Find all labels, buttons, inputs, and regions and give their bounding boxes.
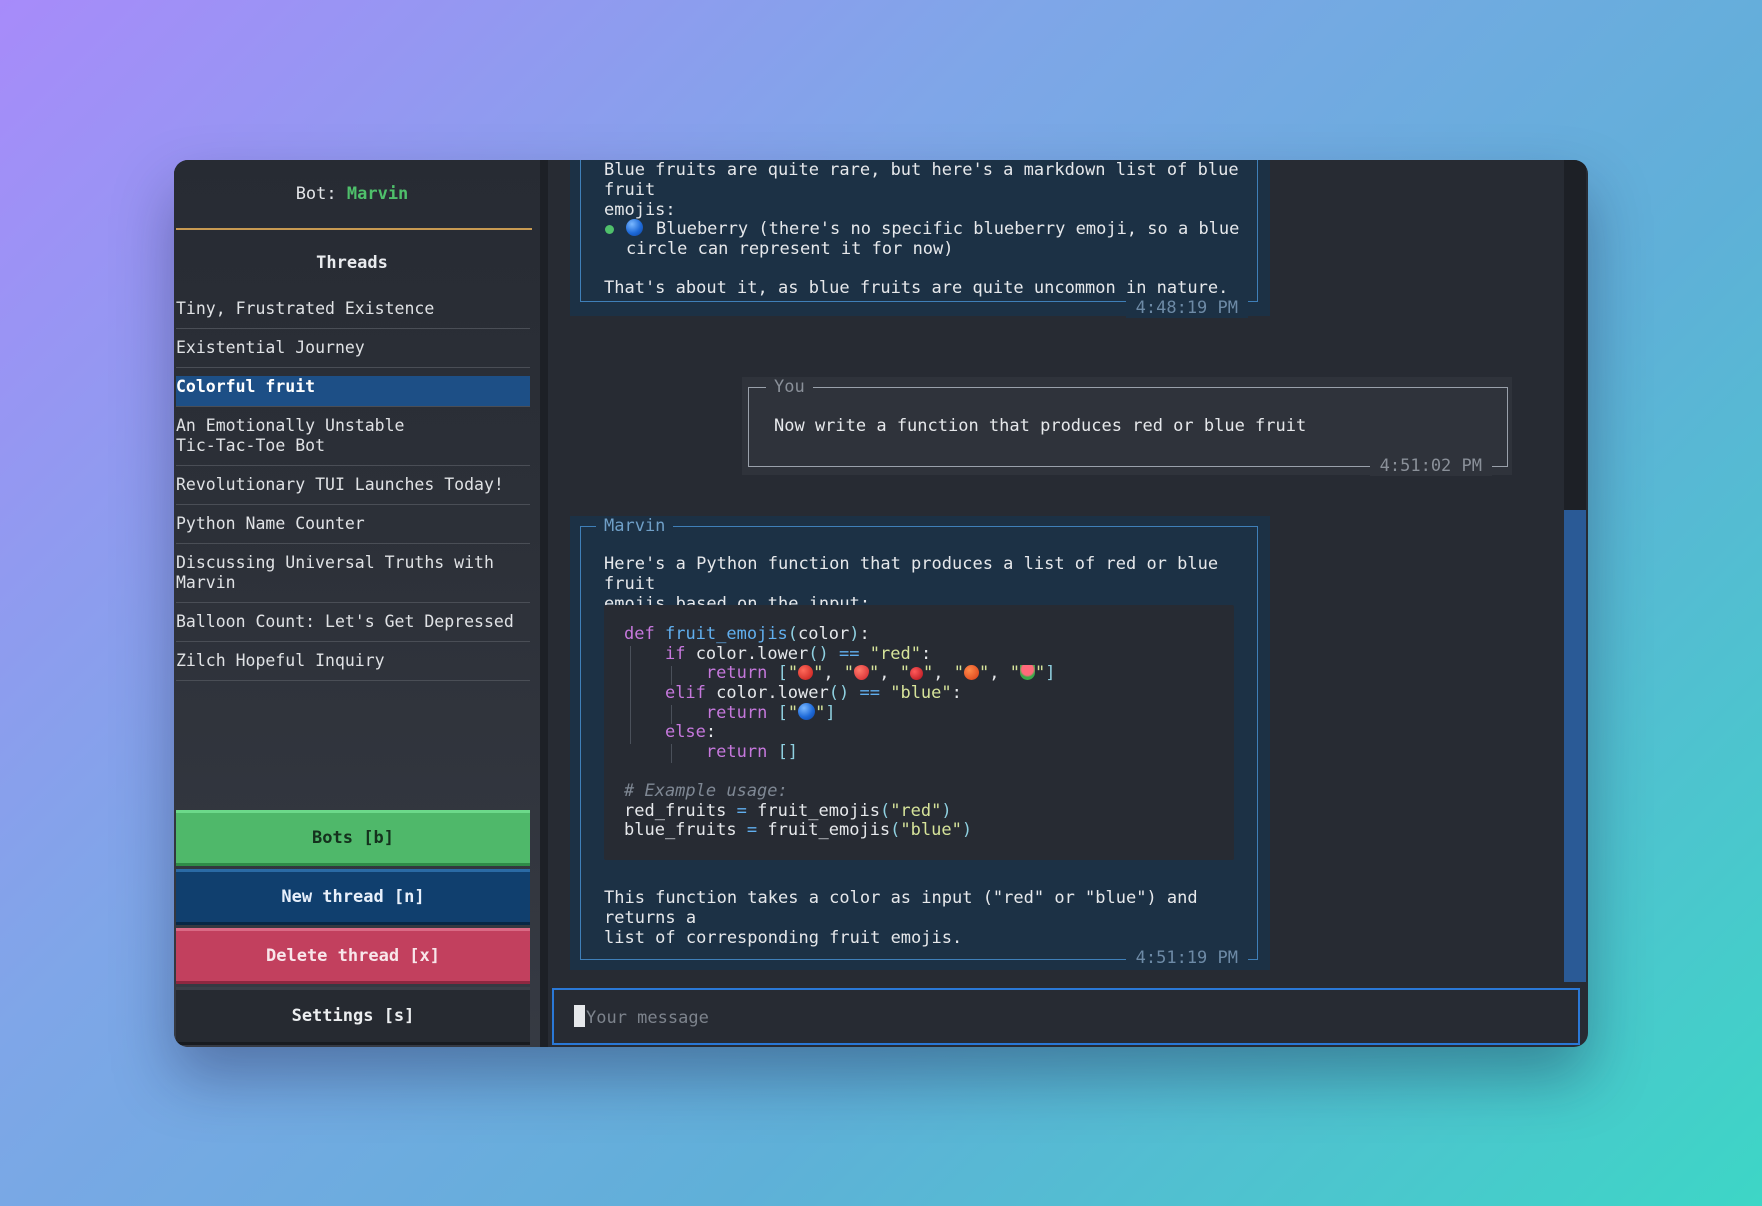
code-keyword: return (705, 741, 768, 762)
apple-icon (798, 665, 814, 681)
code-line: if color.lower() == "red": (664, 643, 932, 664)
chat-area[interactable]: Blue fruits are quite rare, but here's a… (548, 160, 1568, 982)
thread-item[interactable]: Zilch Hopeful Inquiry (176, 650, 530, 681)
app-window: Bot: Marvin Threads Tiny, Frustrated Exi… (174, 160, 1588, 1047)
text-cursor (574, 1005, 585, 1027)
chat-scrollbar[interactable] (1564, 160, 1586, 982)
user-message: You Now write a function that produces r… (742, 377, 1512, 476)
code-line: red_fruits = fruit_emojis("red") (624, 800, 952, 821)
thread-item[interactable]: Discussing Universal Truths with Marvin (176, 552, 530, 603)
thread-list: Tiny, Frustrated Existence Existential Jo… (176, 298, 530, 681)
sidebar-divider (540, 160, 548, 1047)
message-input-box[interactable] (552, 988, 1580, 1045)
message-text: Blue fruits are quite rare, but here's a… (604, 160, 1239, 220)
code-line: blue_fruits = fruit_emojis("blue") (624, 820, 973, 841)
strawberry-icon (854, 665, 870, 681)
bots-button[interactable]: Bots [b] (176, 810, 530, 866)
thread-item[interactable]: Tiny, Frustrated Existence (176, 298, 530, 329)
bot-name: Marvin (346, 184, 409, 204)
code-line: return [] (705, 741, 799, 762)
code-keyword: return (705, 703, 768, 724)
thread-item[interactable]: Revolutionary TUI Launches Today! (176, 474, 530, 505)
code-operator: == (859, 682, 880, 703)
code-var: red_fruits (624, 800, 727, 821)
code-keyword: return (705, 663, 768, 684)
code-string: "red" (890, 800, 942, 821)
bot-message: Marvin Here's a Python function that pro… (570, 516, 1270, 970)
code-string: "red" (869, 643, 921, 664)
threads-heading: Threads (316, 253, 388, 273)
cherries-icon (910, 667, 924, 681)
code-call: color.lower (695, 643, 809, 664)
message-timestamp: 4:51:02 PM (1369, 456, 1492, 476)
code-keyword: if (664, 643, 686, 664)
message-text: Now write a function that produces red o… (774, 416, 1307, 436)
tomato-icon (964, 665, 980, 681)
code-call: color.lower (716, 682, 829, 703)
thread-item[interactable]: Colorful fruit (176, 376, 530, 407)
bot-divider (176, 228, 532, 230)
sidebar: Bot: Marvin Threads Tiny, Frustrated Exi… (174, 160, 540, 1047)
code-function-name: fruit_emojis (664, 624, 788, 644)
bullet-dot (605, 225, 614, 234)
thread-item[interactable]: Balloon Count: Let's Get Depressed (176, 611, 530, 642)
code-keyword: else (664, 722, 706, 742)
delete-thread-button[interactable]: Delete thread [x] (176, 928, 530, 984)
code-block: def fruit_emojis(color): if color.lower(… (604, 605, 1234, 860)
code-var: blue_fruits (624, 820, 737, 841)
bot-prefix: Bot: (295, 184, 347, 204)
code-keyword: def (624, 624, 655, 644)
new-thread-button[interactable]: New thread [n] (176, 869, 530, 925)
code-line: return [" "] (705, 703, 836, 724)
bot-message: Blue fruits are quite rare, but here's a… (570, 160, 1270, 318)
code-arg: color (798, 624, 850, 644)
code-keyword: elif (664, 682, 706, 703)
bot-indicator: Bot: Marvin (174, 160, 530, 228)
message-author: Marvin (596, 516, 674, 536)
code-line: elif color.lower() == "blue": (664, 682, 962, 703)
message-timestamp: 4:48:19 PM (1125, 298, 1248, 318)
code-line: return [" ", " ", " ", " ", " "] (705, 663, 1056, 684)
bullet-text: Blueberry (there's no specific blueberry… (626, 219, 1240, 259)
blue-circle-icon (798, 703, 816, 721)
code-comment: # Example usage: (624, 781, 788, 801)
message-timestamp: 4:51:19 PM (1125, 948, 1248, 968)
code-line: else: (664, 722, 717, 742)
thread-item[interactable]: Existential Journey (176, 337, 530, 368)
message-text-outro: That's about it, as blue fruits are quit… (604, 278, 1229, 298)
code-operator: == (839, 643, 860, 664)
code-string: "blue" (890, 682, 952, 703)
scrollbar-thumb[interactable] (1564, 510, 1586, 982)
message-author: You (766, 377, 813, 397)
message-text-outro: This function takes a color as input ("r… (604, 888, 1198, 948)
code-call: fruit_emojis (767, 820, 891, 841)
code-line: def fruit_emojis(color): (624, 624, 870, 644)
watermelon-icon (1020, 665, 1035, 681)
message-input[interactable] (574, 990, 1548, 1045)
code-call: fruit_emojis (757, 800, 880, 821)
settings-button[interactable]: Settings [s] (176, 987, 530, 1045)
code-string: "blue" (900, 820, 962, 841)
thread-item[interactable]: An Emotionally Unstable Tic-Tac-Toe Bot (176, 415, 530, 466)
thread-item[interactable]: Python Name Counter (176, 513, 530, 544)
